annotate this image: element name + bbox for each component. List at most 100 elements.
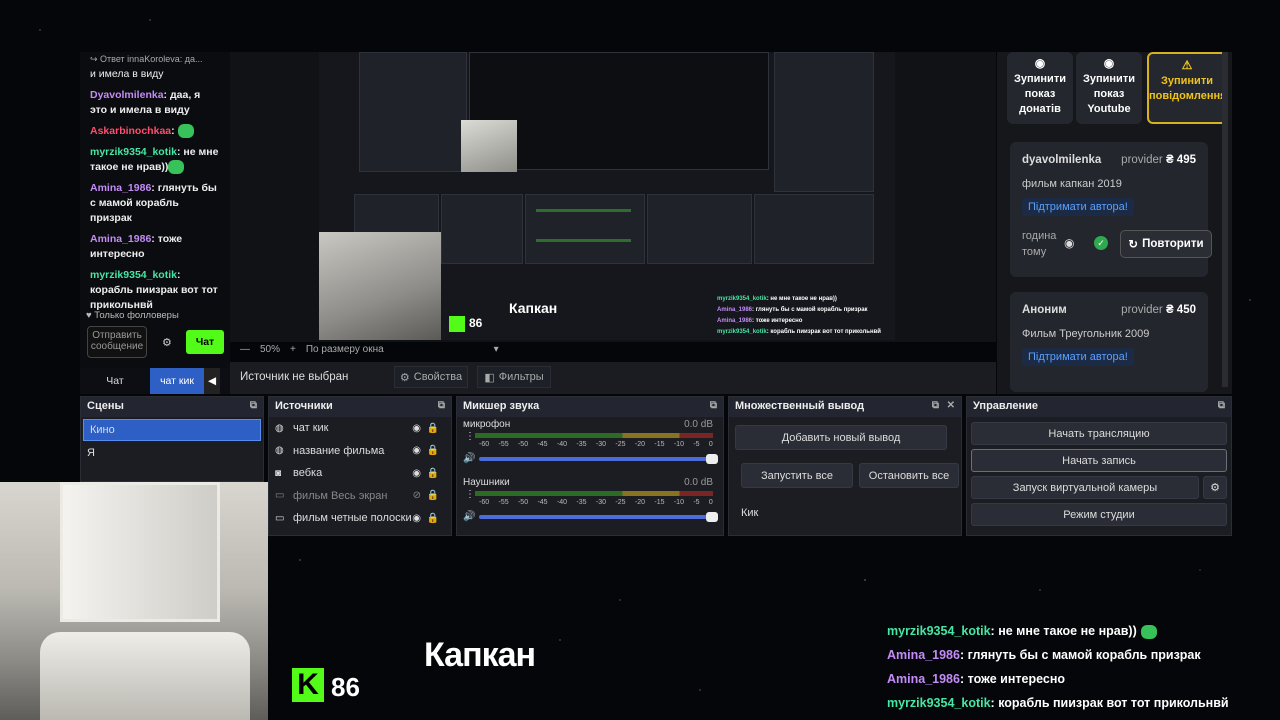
- chat-message-input[interactable]: Отправить сообщение: [87, 326, 147, 358]
- zoom-out-icon[interactable]: —: [240, 344, 250, 355]
- preview-mini-chat-text: глянуть бы с мамой корабль призрак: [755, 307, 868, 313]
- check-icon[interactable]: ✓: [1094, 236, 1108, 250]
- lock-icon[interactable]: 🔒: [427, 423, 439, 434]
- volume-slider[interactable]: [479, 454, 718, 464]
- scale-tick: -55: [498, 441, 509, 448]
- preview-mini-chat-message: myrzik9354_kotik: корабль пиизрак вот то…: [717, 327, 881, 338]
- multi-output-dock: Множественный вывод ⧉ ✕ Добавить новый выв…: [728, 396, 962, 536]
- source-item[interactable]: ◙ вебка ◉ 🔒: [269, 462, 451, 485]
- undock-icon[interactable]: ⧉: [1218, 400, 1225, 411]
- preview-mini-donate: [774, 52, 874, 192]
- eye-icon[interactable]: ◉: [412, 468, 421, 479]
- start-record-button[interactable]: Начать запись: [971, 449, 1227, 472]
- channel-menu-icon[interactable]: ⋮: [465, 489, 475, 500]
- chat-username[interactable]: Dyavolmilenka: [90, 89, 164, 101]
- chat-message: и имела в виду: [90, 68, 164, 80]
- scale-tick: -5: [693, 499, 700, 506]
- channel-db: 0.0 dB: [684, 477, 713, 488]
- lock-icon[interactable]: 🔒: [427, 468, 439, 479]
- movie-title: Капкан: [424, 636, 536, 674]
- zoom-in-icon[interactable]: +: [290, 344, 296, 355]
- preview-mini-controls: [754, 194, 874, 264]
- volume-slider-knob[interactable]: [705, 454, 718, 464]
- volume-slider[interactable]: [479, 512, 718, 522]
- channel-db: 0.0 dB: [684, 419, 713, 430]
- volume-slider-knob[interactable]: [705, 512, 718, 522]
- chat-username[interactable]: Askarbinochkaa: [90, 125, 171, 137]
- gear-icon[interactable]: ⚙: [1203, 476, 1227, 499]
- scale-tick: -20: [634, 499, 645, 506]
- channel-name: Наушники: [463, 477, 510, 488]
- lock-icon[interactable]: 🔒: [427, 513, 439, 524]
- virtual-camera-button[interactable]: Запуск виртуальной камеры: [971, 476, 1199, 499]
- chat-username[interactable]: myrzik9354_kotik: [90, 146, 177, 158]
- preview-webcam-image: [319, 232, 441, 340]
- scale-tick: -20: [634, 441, 645, 448]
- chevron-down-icon[interactable]: ▾: [494, 344, 499, 355]
- overlay-chat-colon: :: [959, 648, 968, 662]
- lock-icon[interactable]: 🔒: [427, 490, 439, 501]
- stop-messages-button[interactable]: ⚠ Зупинити повідомлення: [1147, 52, 1227, 124]
- donations-panel: ◉ Зупинити показ донатів ◉ Зупинити показ …: [997, 52, 1232, 394]
- chat-username[interactable]: Amina_1986: [90, 233, 151, 245]
- eye-icon[interactable]: ◉: [412, 513, 421, 524]
- start-all-button[interactable]: Запустить все: [741, 463, 853, 488]
- undock-icon[interactable]: ⧉: [438, 400, 445, 411]
- scene-item-kino[interactable]: Кино: [83, 419, 261, 441]
- chat-username[interactable]: Amina_1986: [90, 182, 151, 194]
- lock-icon[interactable]: 🔒: [427, 445, 439, 456]
- tab-chat[interactable]: Чат: [80, 368, 150, 394]
- overlay-chat-username: Amina_1986: [887, 672, 960, 686]
- add-output-button[interactable]: Добавить новый вывод: [735, 425, 947, 450]
- eye-icon[interactable]: ◉: [1064, 236, 1074, 250]
- undock-icon[interactable]: ⧉: [710, 400, 717, 411]
- tab-scroll-left-icon[interactable]: ◀: [204, 368, 220, 394]
- volume-icon[interactable]: 🔊: [463, 453, 475, 464]
- chat-settings-gear-icon[interactable]: ⚙: [162, 336, 172, 349]
- scale-tick: -15: [654, 441, 665, 448]
- source-item[interactable]: ◍ чат кик ◉ 🔒: [269, 417, 451, 440]
- stop-all-button[interactable]: Остановить все: [859, 463, 959, 488]
- globe-icon: ◍: [275, 422, 284, 434]
- support-author-link[interactable]: Підтримати автора!: [1022, 198, 1134, 216]
- chat-send-button[interactable]: Чат: [186, 330, 224, 354]
- chat-messages: и имела в виду Dyavolmilenka: даа, я это …: [80, 67, 230, 313]
- source-item[interactable]: ▭ фильм четные полоски ◉ 🔒: [269, 507, 451, 530]
- undock-icon[interactable]: ⧉: [250, 400, 257, 411]
- eye-icon[interactable]: ◉: [412, 423, 421, 434]
- preview-mini-meter: [536, 239, 631, 242]
- scene-item-ya[interactable]: Я: [81, 443, 263, 465]
- zoom-mode-select[interactable]: По размеру окна: [306, 344, 384, 355]
- source-item[interactable]: ▭ фильм Весь экран ⊘ 🔒: [269, 485, 451, 508]
- chat-colon: :: [176, 269, 181, 281]
- undock-icon[interactable]: ⧉: [932, 400, 939, 411]
- close-icon[interactable]: ✕: [947, 400, 955, 411]
- eye-slash-icon[interactable]: ⊘: [413, 490, 421, 501]
- support-author-link[interactable]: Підтримати автора!: [1022, 348, 1134, 366]
- obs-preview-canvas[interactable]: 86 Капкан myrzik9354_kotik: не мне такое…: [319, 52, 895, 340]
- properties-button[interactable]: ⚙ Свойства: [394, 366, 468, 388]
- tab-kick-chat[interactable]: чат кик: [150, 368, 204, 394]
- chat-username[interactable]: myrzik9354_kotik: [90, 269, 177, 281]
- chat-reply-header: ↪ Ответ innaKoroleva: да...: [90, 54, 203, 64]
- start-stream-button[interactable]: Начать трансляцию: [971, 422, 1227, 445]
- scale-tick: -35: [576, 441, 587, 448]
- overlay-chat-message: Amina_1986: тоже интересно: [887, 672, 1065, 686]
- eye-icon[interactable]: ◉: [412, 445, 421, 456]
- stop-donations-button[interactable]: ◉ Зупинити показ донатів: [1007, 52, 1073, 124]
- webcam-chair: [40, 632, 250, 720]
- donate-scrollbar[interactable]: [1222, 52, 1228, 387]
- chat-message: Dyavolmilenka: даа, я это и имела в виду: [80, 88, 230, 118]
- overlay-chat-username: myrzik9354_kotik: [887, 696, 991, 710]
- retry-button[interactable]: ↻ Повторити: [1120, 230, 1212, 258]
- volume-icon[interactable]: 🔊: [463, 511, 475, 522]
- stop-youtube-button[interactable]: ◉ Зупинити показ Youtube: [1076, 52, 1142, 124]
- camera-icon: ◙: [275, 467, 282, 479]
- filters-button[interactable]: ◧ Фильтры: [477, 366, 551, 388]
- channel-menu-icon[interactable]: ⋮: [465, 431, 475, 442]
- chat-text: корабль пиизрак вот тот прикольнвй: [90, 284, 218, 311]
- source-item[interactable]: ◍ название фильма ◉ 🔒: [269, 440, 451, 463]
- preview-kick-count: 86: [469, 316, 483, 330]
- scale-tick: -10: [673, 499, 684, 506]
- studio-mode-button[interactable]: Режим студии: [971, 503, 1227, 526]
